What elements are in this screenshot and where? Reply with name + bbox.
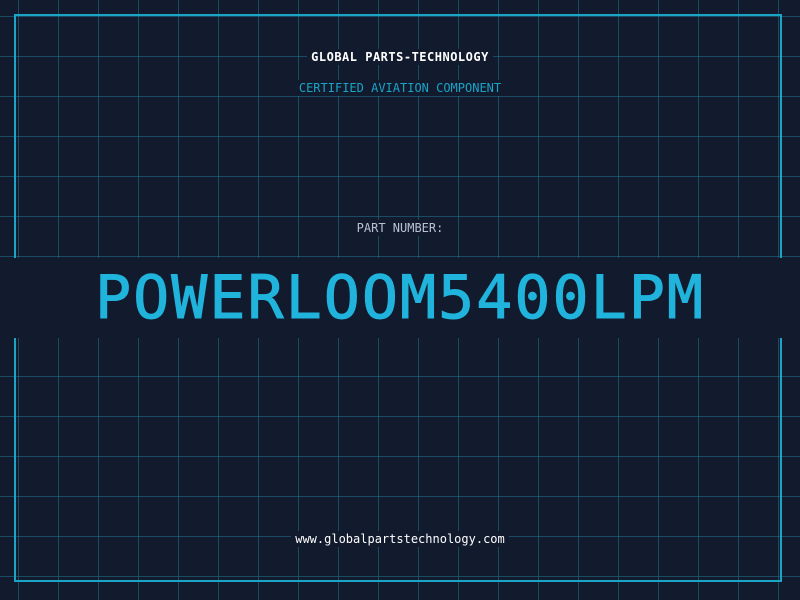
certificate-card: GLOBAL PARTS-TECHNOLOGY CERTIFIED AVIATI…: [0, 0, 800, 600]
website-url-text: www.globalpartstechnology.com: [291, 531, 509, 547]
part-number-value: POWERLOOM5400LPM: [0, 258, 800, 338]
company-name: GLOBAL PARTS-TECHNOLOGY: [0, 49, 800, 65]
part-number-label-text: PART NUMBER:: [352, 220, 448, 236]
certification-subtitle: CERTIFIED AVIATION COMPONENT: [0, 80, 800, 96]
company-name-text: GLOBAL PARTS-TECHNOLOGY: [307, 49, 493, 65]
website-url: www.globalpartstechnology.com: [0, 531, 800, 547]
certification-subtitle-text: CERTIFIED AVIATION COMPONENT: [294, 80, 506, 96]
part-number-label: PART NUMBER:: [0, 220, 800, 236]
